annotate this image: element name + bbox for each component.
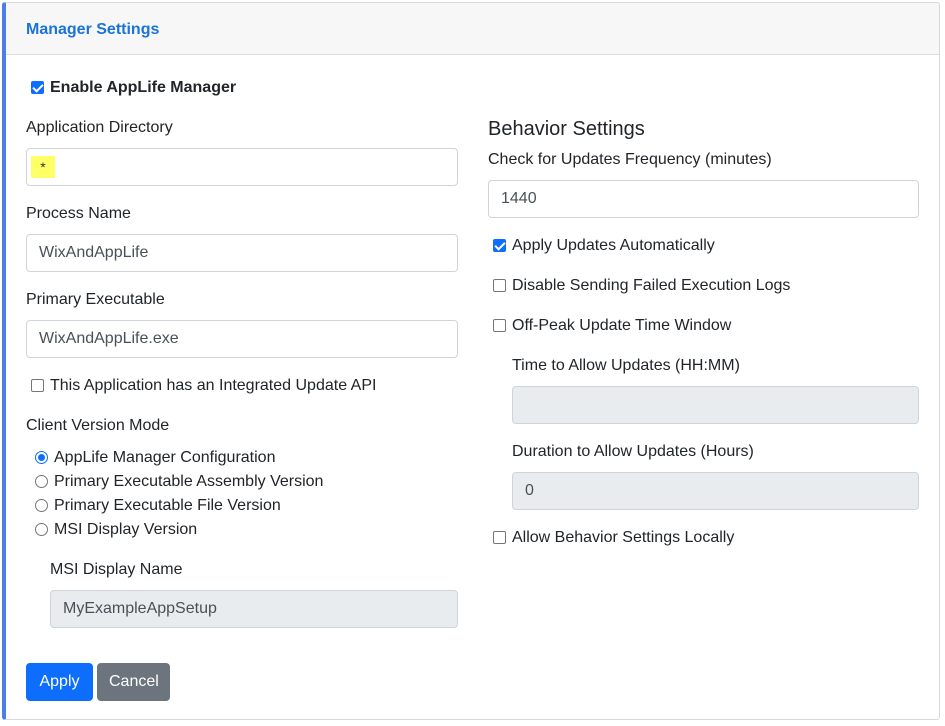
radio-applife-config[interactable]	[35, 451, 48, 464]
msi-display-name-label: MSI Display Name	[50, 561, 183, 578]
radio-applife-config-label: AppLife Manager Configuration	[54, 449, 276, 466]
cancel-button[interactable]: Cancel	[97, 663, 170, 701]
off-peak-checkbox[interactable]	[493, 319, 506, 332]
app-directory-label: Application Directory	[26, 119, 173, 136]
radio-assembly-version[interactable]	[35, 475, 48, 488]
radio-file-version-label: Primary Executable File Version	[54, 497, 281, 514]
time-allow-input[interactable]	[512, 386, 919, 424]
off-peak-label: Off-Peak Update Time Window	[512, 317, 732, 334]
integrated-api-label: This Application has an Integrated Updat…	[50, 377, 377, 394]
manager-settings-card: Manager Settings Enable AppLife Manager …	[2, 2, 940, 720]
time-allow-label: Time to Allow Updates (HH:MM)	[512, 357, 740, 374]
radio-msi-version[interactable]	[35, 523, 48, 536]
frequency-label: Check for Updates Frequency (minutes)	[488, 151, 772, 168]
radio-assembly-version-label: Primary Executable Assembly Version	[54, 473, 324, 490]
process-name-label: Process Name	[26, 205, 131, 222]
primary-executable-input[interactable]	[26, 320, 458, 358]
duration-allow-label: Duration to Allow Updates (Hours)	[512, 443, 754, 460]
app-directory-value: *	[31, 156, 55, 178]
disable-logs-checkbox[interactable]	[493, 279, 506, 292]
msi-display-name-input[interactable]	[50, 590, 458, 628]
integrated-api-checkbox[interactable]	[31, 379, 44, 392]
client-version-mode-label: Client Version Mode	[26, 417, 170, 434]
duration-allow-input[interactable]	[512, 472, 919, 510]
enable-manager-label: Enable AppLife Manager	[50, 79, 237, 96]
apply-button[interactable]: Apply	[26, 663, 93, 701]
page-title: Manager Settings	[26, 21, 160, 38]
primary-executable-label: Primary Executable	[26, 291, 165, 308]
app-directory-input[interactable]: *	[26, 148, 458, 186]
radio-msi-version-label: MSI Display Version	[54, 521, 198, 538]
behavior-settings-title: Behavior Settings	[488, 118, 645, 140]
radio-file-version[interactable]	[35, 499, 48, 512]
apply-automatically-checkbox[interactable]	[493, 239, 506, 252]
process-name-input[interactable]	[26, 234, 458, 272]
allow-local-checkbox[interactable]	[493, 531, 506, 544]
allow-local-label: Allow Behavior Settings Locally	[512, 529, 735, 546]
apply-automatically-label: Apply Updates Automatically	[512, 237, 715, 254]
card-header: Manager Settings	[6, 3, 939, 55]
disable-logs-label: Disable Sending Failed Execution Logs	[512, 277, 791, 294]
enable-manager-checkbox[interactable]	[31, 81, 44, 94]
frequency-input[interactable]	[488, 180, 919, 218]
